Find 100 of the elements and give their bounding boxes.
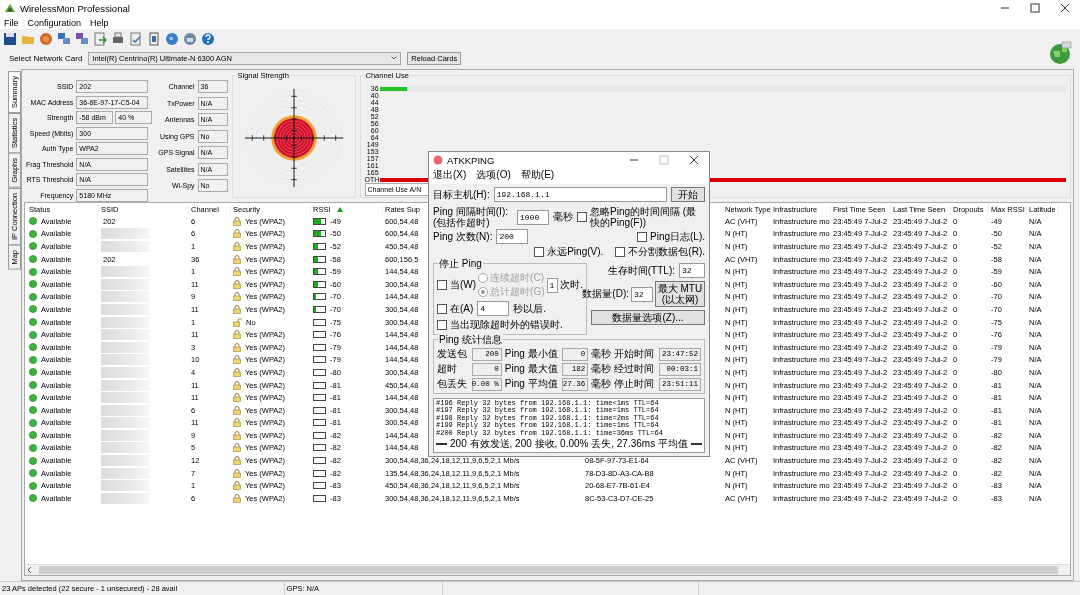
signal-meter	[313, 305, 326, 313]
stat-label: 开始时间	[614, 347, 656, 361]
signal-meter	[313, 343, 326, 351]
unlocked-icon	[233, 317, 242, 327]
status-dot-icon	[29, 255, 37, 264]
status-dot-icon	[29, 305, 37, 314]
lock-icon	[233, 493, 241, 503]
menu-item[interactable]: 选项(O)	[476, 168, 511, 182]
stat-label: 发送包	[437, 347, 468, 361]
lock-icon	[233, 216, 241, 226]
globe-icon[interactable]	[165, 32, 179, 46]
status-dot-icon	[29, 229, 37, 238]
signal-meter	[313, 280, 326, 288]
group-title: Ping 统计信息	[438, 333, 503, 347]
signal-meter	[313, 457, 326, 465]
unit-label: 毫秒	[591, 347, 612, 361]
lock-icon	[233, 405, 241, 415]
stat-label: 停止时间	[614, 377, 656, 391]
status-dot-icon	[29, 355, 37, 364]
lock-icon	[233, 242, 241, 251]
lock-icon	[233, 292, 241, 302]
lock-icon	[233, 393, 241, 403]
lock-icon	[233, 430, 241, 440]
status-dot-icon	[29, 217, 37, 226]
status-dot-icon	[29, 242, 37, 251]
signal-meter	[313, 293, 326, 301]
summary-line: 200 有效发送, 200 接收, 0.00% 丢失, 27.36ms 平均值	[450, 437, 688, 452]
signal-meter	[313, 431, 326, 439]
lock-icon	[233, 468, 241, 478]
stat-label: 包丢失	[437, 377, 468, 391]
checkbox[interactable]	[615, 247, 626, 257]
count-field[interactable]: 200	[496, 229, 529, 244]
unit-label: 毫秒	[591, 362, 612, 376]
checkbox[interactable]	[637, 231, 647, 242]
status-dot-icon	[29, 444, 37, 452]
lock-icon	[233, 380, 241, 390]
checkbox[interactable]	[437, 303, 447, 314]
dialog-title: ATKKPING	[447, 154, 495, 166]
status-dot-icon	[29, 267, 37, 276]
menu-item[interactable]: 帮助(E)	[520, 168, 555, 182]
chevron-down-icon	[391, 56, 398, 60]
checkbox[interactable]	[437, 320, 447, 330]
status-dot-icon	[29, 381, 37, 389]
globe-logo-icon	[1048, 41, 1072, 65]
lock-icon	[233, 367, 241, 377]
menu-item[interactable]: Help	[90, 17, 109, 28]
status-dot-icon	[29, 431, 37, 440]
network-card-label: Select Network Card	[9, 53, 83, 63]
target-field[interactable]: 192.168.1.1	[493, 187, 667, 202]
signal-meter	[313, 356, 326, 364]
status-dot-icon	[29, 494, 37, 503]
help-icon[interactable]	[201, 32, 215, 46]
lock-icon	[233, 456, 241, 466]
stat-label: Ping 最大值	[504, 362, 559, 376]
status-dot-icon	[29, 292, 37, 301]
ttl-label: 生存时间(TTL):	[607, 263, 675, 278]
checkbox[interactable]	[577, 212, 587, 222]
size-options-button[interactable]: 数据量选项(Z)...	[591, 310, 705, 325]
signal-meter	[313, 368, 326, 376]
status-dot-icon	[29, 469, 37, 478]
signal-meter	[313, 268, 326, 276]
lock-icon	[233, 267, 241, 277]
lock-icon	[233, 443, 241, 453]
status-dot-icon	[29, 418, 37, 427]
ttl-field[interactable]: 32	[679, 263, 705, 278]
printer-icon[interactable]	[111, 32, 125, 46]
signal-meter	[313, 243, 326, 250]
lock-icon	[233, 418, 241, 428]
disc-icon[interactable]	[39, 32, 53, 46]
menu-item[interactable]: 退出(X)	[433, 168, 467, 182]
status-dot-icon	[29, 280, 37, 289]
lock-icon	[233, 342, 241, 352]
start-button[interactable]: 开始	[671, 187, 705, 202]
globe-icon[interactable]	[183, 32, 197, 46]
document-icon[interactable]	[129, 32, 143, 46]
status-dot-icon	[29, 318, 37, 327]
interval-field[interactable]: 1000	[517, 209, 549, 225]
lock-icon	[233, 481, 241, 491]
export-icon[interactable]	[93, 32, 107, 46]
signal-meter	[313, 255, 326, 263]
checkbox-label: Ping日志(L).	[650, 229, 705, 244]
lock-icon	[233, 355, 241, 365]
unit-label: 次时.	[560, 278, 583, 290]
size-field[interactable]: 32	[631, 286, 653, 302]
checkbox[interactable]	[534, 247, 545, 257]
menu-item[interactable]: File	[4, 17, 19, 28]
interval-label: Ping 间隔时间(I): (包括作超时)	[433, 206, 509, 228]
times-field[interactable]: 1	[546, 277, 559, 293]
signal-meter	[313, 331, 326, 339]
signal-meter	[313, 381, 326, 389]
checkbox-label: 永远Ping(V).	[547, 245, 604, 259]
status-dot-icon	[29, 368, 37, 377]
max-mtu-button[interactable]: 最大 MTU (以太网)	[655, 281, 705, 307]
seconds-field[interactable]: 4	[477, 301, 510, 316]
save-icon[interactable]	[3, 32, 17, 46]
count-label: Ping 次数(N):	[433, 229, 493, 244]
checkbox[interactable]	[437, 280, 447, 290]
horizontal-scrollbar[interactable]	[25, 564, 1070, 575]
menu-item[interactable]: Configuration	[27, 17, 82, 28]
lock-icon	[233, 229, 241, 239]
